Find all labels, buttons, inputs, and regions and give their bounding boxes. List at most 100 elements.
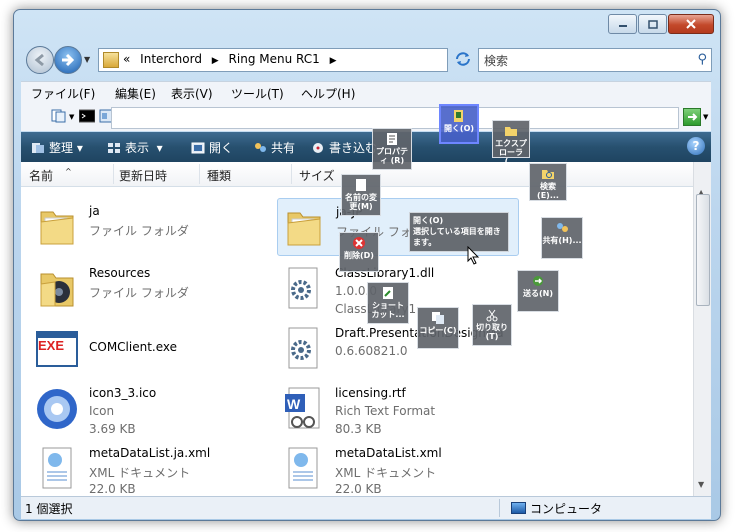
- status-bar: 1 個選択 コンピュータ: [21, 496, 711, 519]
- file-type: XML ドキュメント: [335, 466, 437, 480]
- scissors-icon: [486, 309, 498, 322]
- file-item-icon3[interactable]: icon3_3.ico Icon 3.69 KB: [31, 380, 271, 436]
- tooltip-title: 開く(O): [413, 216, 444, 225]
- menu-view[interactable]: 表示(V): [171, 85, 213, 102]
- chevron-right-icon[interactable]: ▶: [212, 56, 219, 66]
- minimize-button[interactable]: [608, 14, 637, 34]
- file-item-licensing[interactable]: W licensing.rtf Rich Text Format 80.3 KB: [277, 380, 517, 436]
- column-header-type[interactable]: 種類: [207, 167, 231, 184]
- folder-icon: [40, 273, 74, 307]
- search-folder-icon: [542, 170, 554, 179]
- breadcrumb-item-ring-menu[interactable]: Ring Menu RC1: [229, 52, 320, 66]
- column-divider[interactable]: [199, 164, 200, 184]
- column-header-size[interactable]: サイズ: [299, 167, 335, 184]
- ring-cut-button[interactable]: 切り取り (T): [472, 304, 512, 346]
- svg-text:W: W: [287, 396, 301, 412]
- ring-search-button[interactable]: 検索(E)...: [529, 163, 567, 201]
- ring-share-button[interactable]: 共有(H)...: [541, 217, 583, 259]
- views-label: 表示: [125, 141, 150, 155]
- file-type: Icon: [89, 404, 115, 418]
- file-size: 3.69 KB: [89, 422, 136, 436]
- column-header-modified[interactable]: 更新日時: [119, 167, 167, 184]
- open-file-icon: [454, 110, 463, 122]
- file-type: ファイル フォルダ: [89, 224, 189, 238]
- tooltip-description: 選択している項目を開きます。: [413, 227, 501, 247]
- refresh-button[interactable]: [452, 48, 474, 70]
- ring-send-to-label: 送る(N): [522, 289, 553, 298]
- search-placeholder: 検索: [484, 54, 509, 68]
- explorer-folder-icon: [505, 127, 517, 136]
- copy-path-icon[interactable]: [51, 109, 67, 123]
- organize-button[interactable]: 整理 ▾: [31, 139, 83, 156]
- menu-file[interactable]: ファイル(F): [31, 85, 95, 102]
- chevron-right-icon[interactable]: ▶: [330, 56, 337, 66]
- dropdown-icon[interactable]: ▼: [703, 113, 708, 121]
- file-item-metadata-ja[interactable]: metaDataList.ja.xml XML ドキュメント 22.0 KB: [31, 440, 271, 496]
- ring-send-to-button[interactable]: 送る(N): [517, 270, 559, 312]
- column-divider[interactable]: [291, 164, 292, 184]
- breadcrumb: « Interchord ▶ Ring Menu RC1 ▶: [123, 52, 337, 66]
- breadcrumb-item-interchord[interactable]: Interchord: [140, 52, 202, 66]
- ring-delete-button[interactable]: 削除(D): [339, 232, 379, 272]
- share-button[interactable]: 共有: [253, 139, 295, 156]
- dropdown-icon[interactable]: ▼: [69, 113, 74, 121]
- file-item-resources[interactable]: Resources ファイル フォルダ: [31, 260, 271, 316]
- views-button[interactable]: 表示 ▾: [107, 139, 163, 156]
- ring-shortcut-button[interactable]: ショート カット...: [367, 282, 409, 324]
- selection-count: 1 個選択: [25, 502, 73, 516]
- ring-explorer-button[interactable]: エクスプ ローラ(...: [492, 120, 530, 166]
- back-button[interactable]: [26, 46, 54, 74]
- navigation-bar: ▼ « Interchord ▶ Ring Menu RC1 ▶ 検索 ⚲: [22, 44, 712, 74]
- go-button[interactable]: [683, 108, 701, 126]
- column-header-name[interactable]: 名前: [29, 167, 53, 184]
- file-item-comclient[interactable]: EXE COMClient.exe: [31, 320, 271, 376]
- ring-properties-button[interactable]: プロパティ (R): [372, 128, 412, 170]
- menu-help[interactable]: ヘルプ(H): [301, 85, 355, 102]
- custom-toolbar: ▼ ▼: [21, 103, 711, 131]
- rename-icon: [356, 179, 366, 191]
- file-name: metaDataList.xml: [335, 446, 442, 460]
- command-input[interactable]: [111, 107, 679, 129]
- forward-button[interactable]: [54, 46, 82, 74]
- command-bar: 整理 ▾ 表示 ▾ 開く 共有 書き込む ?: [21, 132, 711, 162]
- scroll-down-icon[interactable]: ▼: [698, 480, 704, 489]
- breadcrumb-prefix[interactable]: «: [123, 52, 130, 66]
- vertical-scrollbar[interactable]: ▲ ▼: [693, 162, 711, 496]
- file-item-metadata[interactable]: metaDataList.xml XML ドキュメント 22.0 KB: [277, 440, 517, 496]
- ring-tooltip: 開く(O) 選択している項目を開きます。: [409, 212, 509, 252]
- help-button[interactable]: ?: [687, 137, 705, 155]
- menu-tools[interactable]: ツール(T): [231, 85, 284, 102]
- column-divider[interactable]: [113, 164, 114, 184]
- send-to-icon: [533, 276, 543, 286]
- search-input[interactable]: 検索 ⚲: [478, 48, 712, 72]
- scrollbar-thumb[interactable]: [696, 194, 710, 306]
- file-item-ja[interactable]: ja ファイル フォルダ: [31, 198, 271, 254]
- folder-icon: [103, 52, 119, 68]
- xml-icon: [288, 447, 318, 489]
- ring-rename-button[interactable]: 名前の変 更(M): [341, 174, 381, 216]
- ring-cut-label: 切り取り (T): [476, 323, 508, 341]
- file-type: XML ドキュメント: [89, 466, 191, 480]
- burn-button[interactable]: 書き込む: [311, 139, 377, 156]
- close-button[interactable]: [668, 14, 714, 34]
- open-button[interactable]: 開く: [191, 139, 233, 156]
- maximize-button[interactable]: [638, 14, 667, 34]
- ring-open-button[interactable]: 開く(O): [439, 104, 479, 144]
- status-location: コンピュータ: [511, 500, 602, 517]
- refresh-icon: [456, 52, 470, 66]
- ring-search-label: 検索(E)...: [537, 182, 559, 200]
- exe-icon: EXE: [36, 331, 78, 367]
- folder-icon: [287, 212, 321, 246]
- history-dropdown-icon[interactable]: ▼: [84, 55, 90, 64]
- share-people-icon: [557, 223, 568, 232]
- mouse-cursor-icon: [467, 246, 480, 265]
- menu-edit[interactable]: 編集(E): [115, 85, 156, 102]
- ring-copy-button[interactable]: コピー(C): [417, 307, 459, 349]
- share-icon: [255, 143, 266, 152]
- command-prompt-icon[interactable]: [79, 109, 95, 123]
- dll-gear-icon: [288, 267, 318, 309]
- search-icon[interactable]: ⚲: [697, 52, 707, 67]
- address-bar[interactable]: « Interchord ▶ Ring Menu RC1 ▶: [98, 48, 448, 72]
- file-type: Rich Text Format: [335, 404, 436, 418]
- file-name: icon3_3.ico: [89, 386, 157, 400]
